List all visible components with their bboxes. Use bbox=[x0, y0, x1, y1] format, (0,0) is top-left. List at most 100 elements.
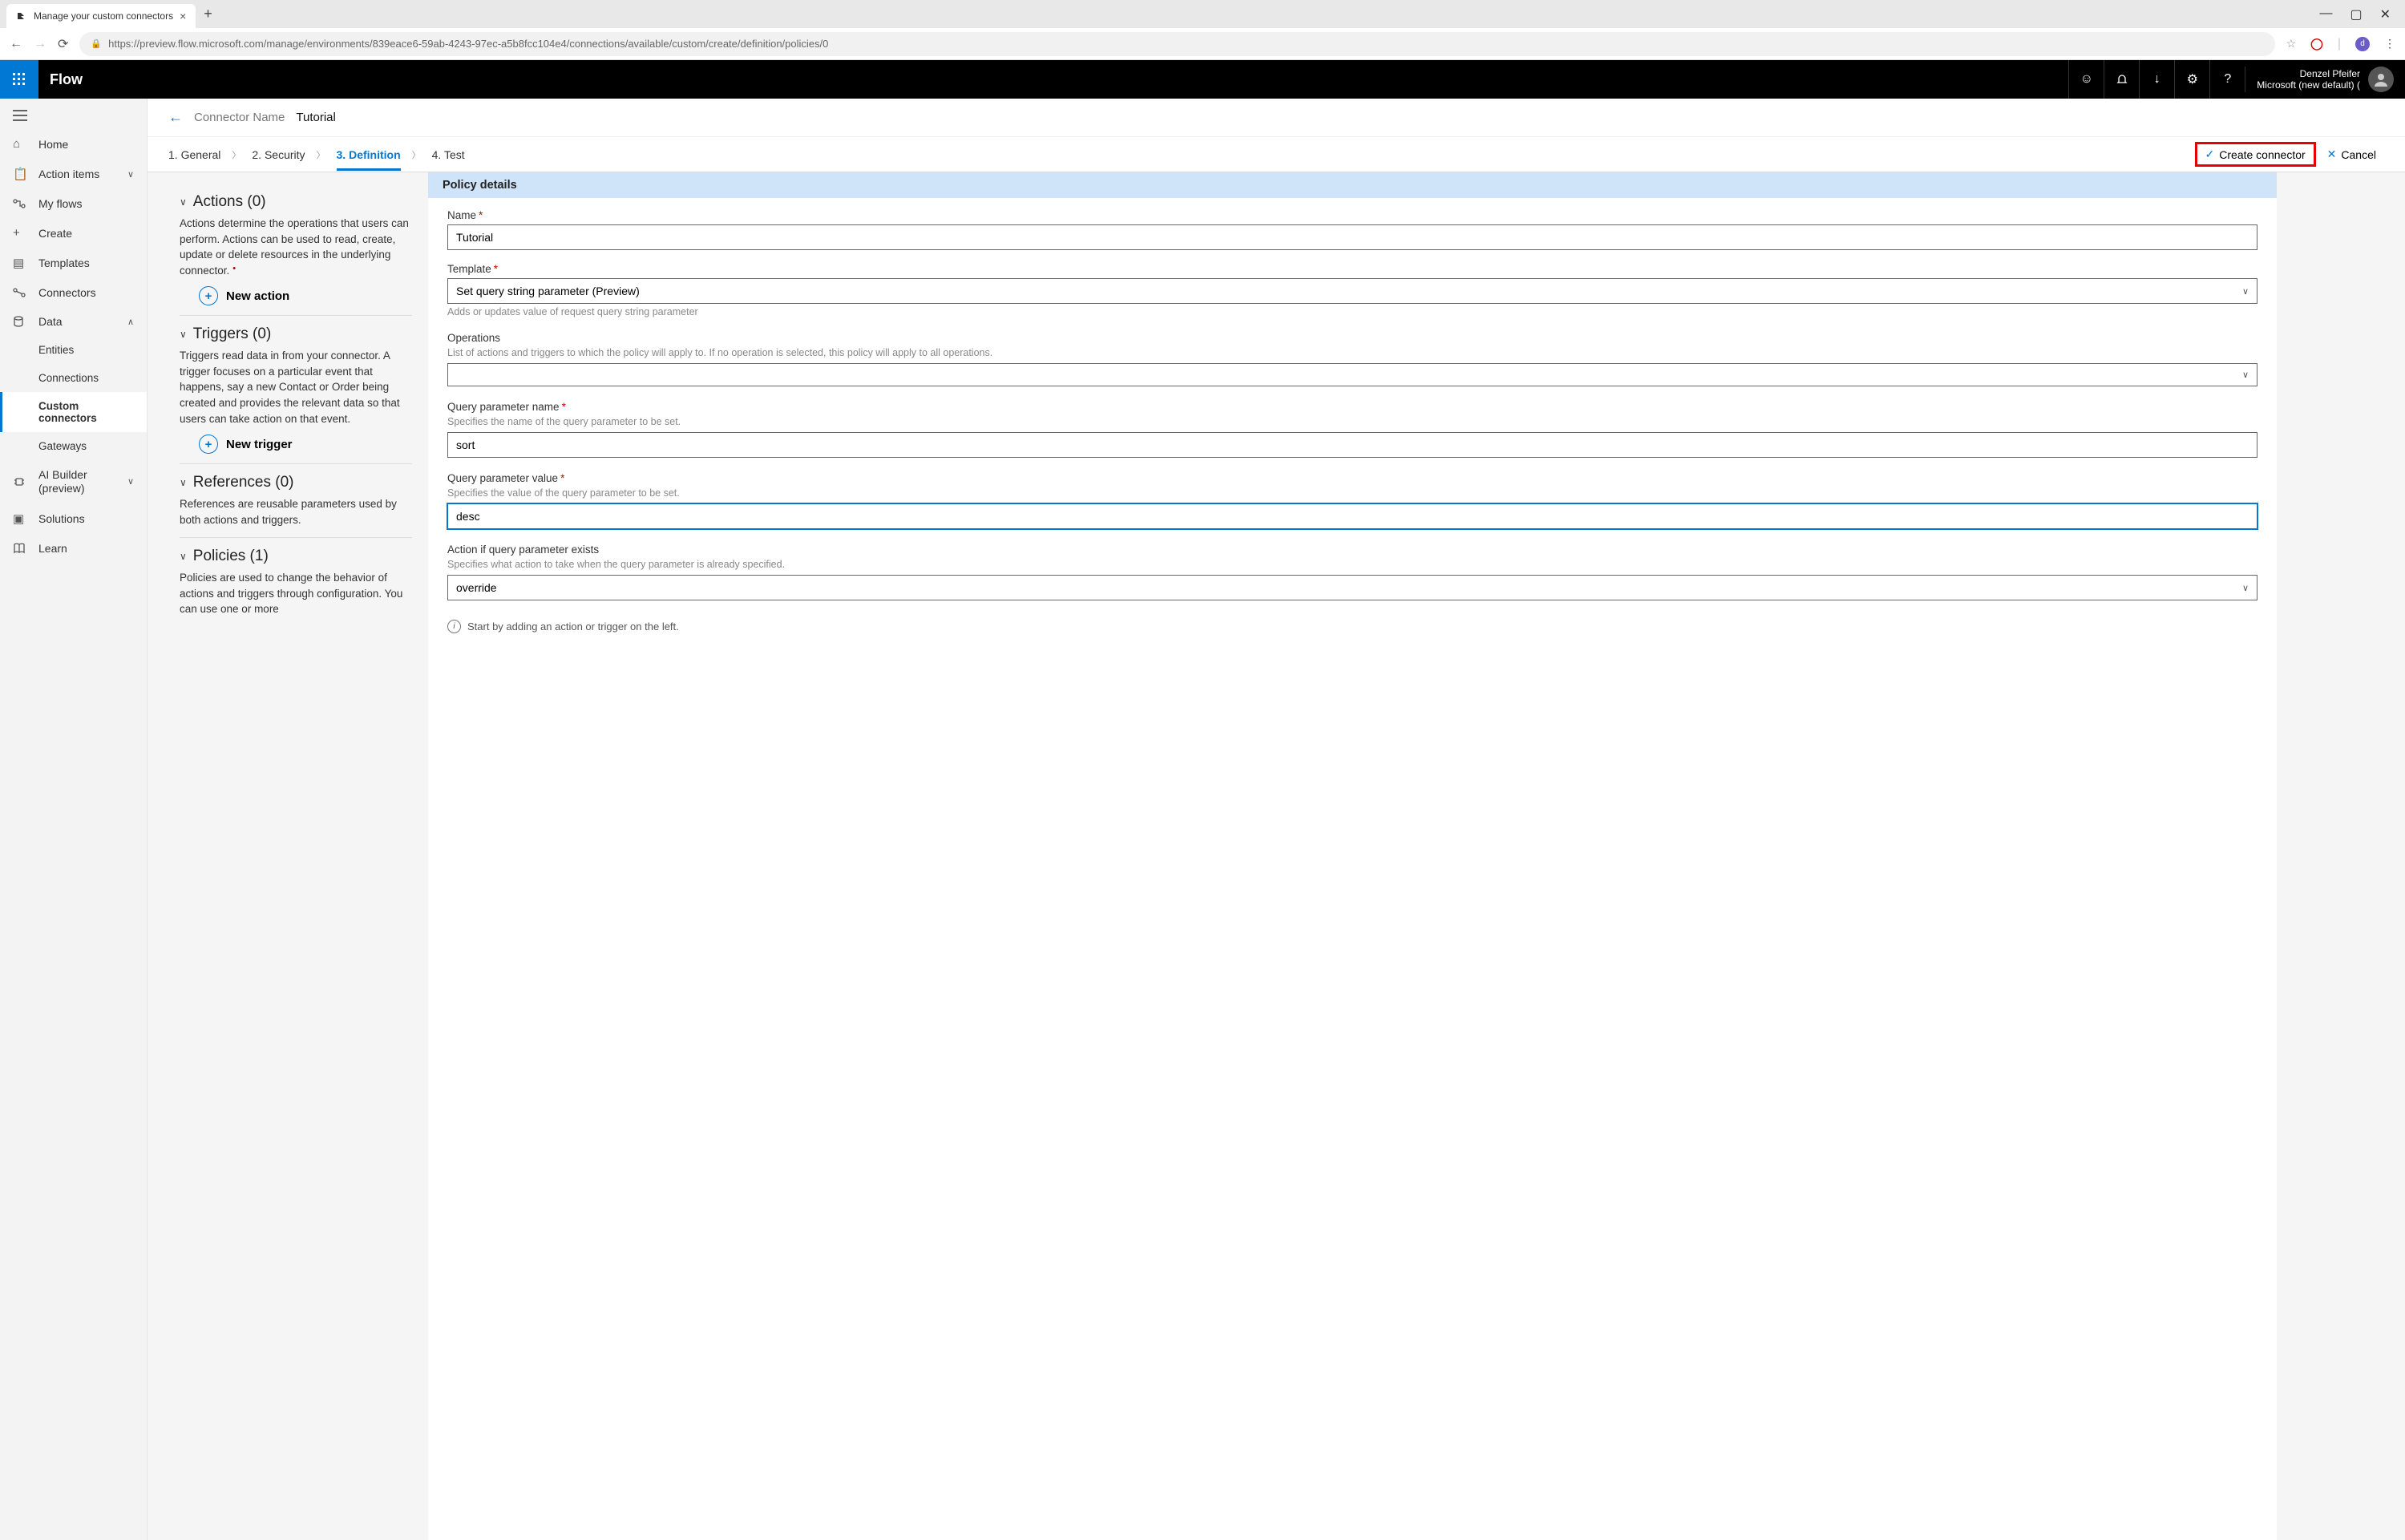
close-window-icon[interactable]: ✕ bbox=[2380, 6, 2391, 22]
chevron-down-icon[interactable]: ∨ bbox=[180, 551, 187, 562]
forward-icon: → bbox=[34, 37, 46, 51]
qp-value-help: Specifies the value of the query paramet… bbox=[447, 487, 2257, 499]
nav-action-items[interactable]: 📋Action items∨ bbox=[0, 159, 147, 189]
user-name: Denzel Pfeifer bbox=[2257, 68, 2360, 79]
actions-title: Actions (0) bbox=[193, 193, 266, 211]
qp-name-input[interactable] bbox=[447, 432, 2257, 458]
ai-icon bbox=[13, 476, 27, 487]
tab-close-icon[interactable]: × bbox=[180, 10, 186, 22]
template-help: Adds or updates value of request query s… bbox=[447, 306, 2257, 317]
back-button-icon[interactable]: ← bbox=[168, 109, 183, 126]
help-icon[interactable]: ? bbox=[2209, 60, 2245, 99]
nav-label: Home bbox=[38, 138, 68, 151]
new-tab-button[interactable]: + bbox=[204, 6, 212, 22]
wizard-step-definition[interactable]: 3. Definition bbox=[337, 148, 401, 171]
template-select[interactable]: Set query string parameter (Preview) ∨ bbox=[447, 278, 2257, 304]
field-qp-action: Action if query parameter exists Specifi… bbox=[447, 544, 2257, 600]
solutions-icon: ▣ bbox=[13, 511, 27, 526]
new-action-label: New action bbox=[226, 289, 289, 303]
back-icon[interactable]: ← bbox=[10, 37, 22, 51]
check-icon: ✓ bbox=[2205, 148, 2215, 161]
nav-label: My flows bbox=[38, 197, 82, 210]
nav-create[interactable]: + Create bbox=[0, 218, 147, 248]
cancel-button[interactable]: ✕ Cancel bbox=[2319, 144, 2384, 164]
nav-label: Create bbox=[38, 227, 72, 240]
qp-name-label: Query parameter name* bbox=[447, 401, 2257, 413]
definitions-panel: ∨ Actions (0) Actions determine the opera… bbox=[148, 172, 428, 1540]
qp-value-input[interactable] bbox=[447, 503, 2257, 529]
nav-label: Solutions bbox=[38, 512, 85, 525]
browser-tab[interactable]: Manage your custom connectors × bbox=[6, 4, 196, 28]
settings-gear-icon[interactable]: ⚙ bbox=[2174, 60, 2209, 99]
field-qp-name: Query parameter name* Specifies the name… bbox=[447, 401, 2257, 458]
nav-label: Connections bbox=[38, 372, 99, 384]
chevron-right-icon: 〉 bbox=[412, 148, 421, 161]
field-name: Name* bbox=[447, 209, 2257, 250]
wizard-step-general[interactable]: 1. General bbox=[168, 148, 220, 161]
account-menu[interactable]: Denzel Pfeifer Microsoft (new default) ( bbox=[2245, 67, 2405, 92]
nav-data[interactable]: Data∧ bbox=[0, 307, 147, 336]
actions-desc: Actions determine the operations that us… bbox=[180, 217, 409, 277]
chevron-down-icon: ∨ bbox=[2242, 370, 2249, 380]
wizard-step-test[interactable]: 4. Test bbox=[432, 148, 465, 161]
nav-label: Learn bbox=[38, 542, 67, 555]
download-icon[interactable]: ↓ bbox=[2139, 60, 2174, 99]
policy-form-panel: Policy details Name* Template* Set query… bbox=[428, 172, 2277, 1540]
qp-action-select[interactable]: override ∨ bbox=[447, 575, 2257, 600]
nav-custom-connectors[interactable]: Custom connectors bbox=[0, 392, 147, 432]
qp-action-help: Specifies what action to take when the q… bbox=[447, 559, 2257, 570]
url-text: https://preview.flow.microsoft.com/manag… bbox=[108, 38, 828, 50]
nav-entities[interactable]: Entities bbox=[0, 336, 147, 364]
operations-select[interactable]: ∨ bbox=[447, 363, 2257, 386]
chevron-down-icon[interactable]: ∨ bbox=[180, 329, 187, 340]
feedback-icon[interactable]: ☺ bbox=[2068, 60, 2104, 99]
name-input[interactable] bbox=[447, 224, 2257, 250]
operations-label: Operations bbox=[447, 332, 2257, 344]
qp-value-label: Query parameter value* bbox=[447, 472, 2257, 484]
header-label: Connector Name bbox=[194, 111, 285, 124]
nav-collapse-icon[interactable] bbox=[0, 102, 147, 129]
wizard-step-security[interactable]: 2. Security bbox=[252, 148, 305, 161]
hint-text: Start by adding an action or trigger on … bbox=[467, 620, 679, 633]
nav-connectors[interactable]: Connectors bbox=[0, 278, 147, 307]
nav-learn[interactable]: Learn bbox=[0, 534, 147, 563]
reload-icon[interactable]: ⟳ bbox=[58, 36, 68, 52]
policies-section: ∨Policies (1) Policies are used to chang… bbox=[180, 538, 412, 627]
nav-label: Connectors bbox=[38, 286, 96, 299]
book-icon bbox=[13, 543, 27, 554]
clipboard-icon: 📋 bbox=[13, 167, 27, 181]
extension-icon[interactable]: ◯ bbox=[2310, 37, 2323, 51]
page-header: ← Connector Name Tutorial bbox=[148, 99, 2405, 137]
nav-label: Templates bbox=[38, 257, 90, 269]
app-topbar: Flow ☺ ↓ ⚙ ? Denzel Pfeifer Microsoft (n… bbox=[0, 60, 2405, 99]
field-qp-value: Query parameter value* Specifies the val… bbox=[447, 472, 2257, 529]
nav-my-flows[interactable]: My flows bbox=[0, 189, 147, 218]
nav-solutions[interactable]: ▣ Solutions bbox=[0, 503, 147, 534]
bookmark-star-icon[interactable]: ☆ bbox=[2286, 37, 2297, 51]
nav-connections[interactable]: Connections bbox=[0, 364, 147, 392]
chevron-right-icon: 〉 bbox=[232, 148, 240, 161]
chevron-down-icon[interactable]: ∨ bbox=[180, 477, 187, 488]
minimize-icon[interactable]: — bbox=[2319, 6, 2332, 22]
main-content: ← Connector Name Tutorial 1. General 〉 2… bbox=[148, 99, 2405, 1540]
maximize-icon[interactable]: ▢ bbox=[2350, 6, 2362, 22]
nav-ai-builder[interactable]: AI Builder(preview)∨ bbox=[0, 460, 147, 503]
plus-icon: + bbox=[13, 226, 27, 240]
operations-help: List of actions and triggers to which th… bbox=[447, 347, 2257, 358]
app-launcher-icon[interactable] bbox=[0, 60, 38, 99]
chevron-down-icon: ∨ bbox=[2242, 286, 2249, 297]
chevron-down-icon[interactable]: ∨ bbox=[180, 196, 187, 208]
header-value: Tutorial bbox=[296, 111, 335, 124]
nav-home[interactable]: ⌂Home bbox=[0, 129, 147, 159]
nav-label: AI Builder(preview) bbox=[38, 468, 87, 495]
qp-name-help: Specifies the name of the query paramete… bbox=[447, 416, 2257, 427]
browser-profile-icon[interactable]: d bbox=[2355, 37, 2370, 51]
nav-templates[interactable]: ▤Templates bbox=[0, 248, 147, 278]
notifications-icon[interactable] bbox=[2104, 60, 2139, 99]
browser-menu-icon[interactable]: ⋮ bbox=[2384, 37, 2395, 51]
nav-gateways[interactable]: Gateways bbox=[0, 432, 147, 460]
new-action-button[interactable]: +New action bbox=[180, 286, 412, 305]
new-trigger-button[interactable]: +New trigger bbox=[180, 435, 412, 454]
create-connector-button[interactable]: ✓ Create connector bbox=[2195, 142, 2316, 167]
url-bar[interactable]: 🔒 https://preview.flow.microsoft.com/man… bbox=[79, 32, 2274, 56]
